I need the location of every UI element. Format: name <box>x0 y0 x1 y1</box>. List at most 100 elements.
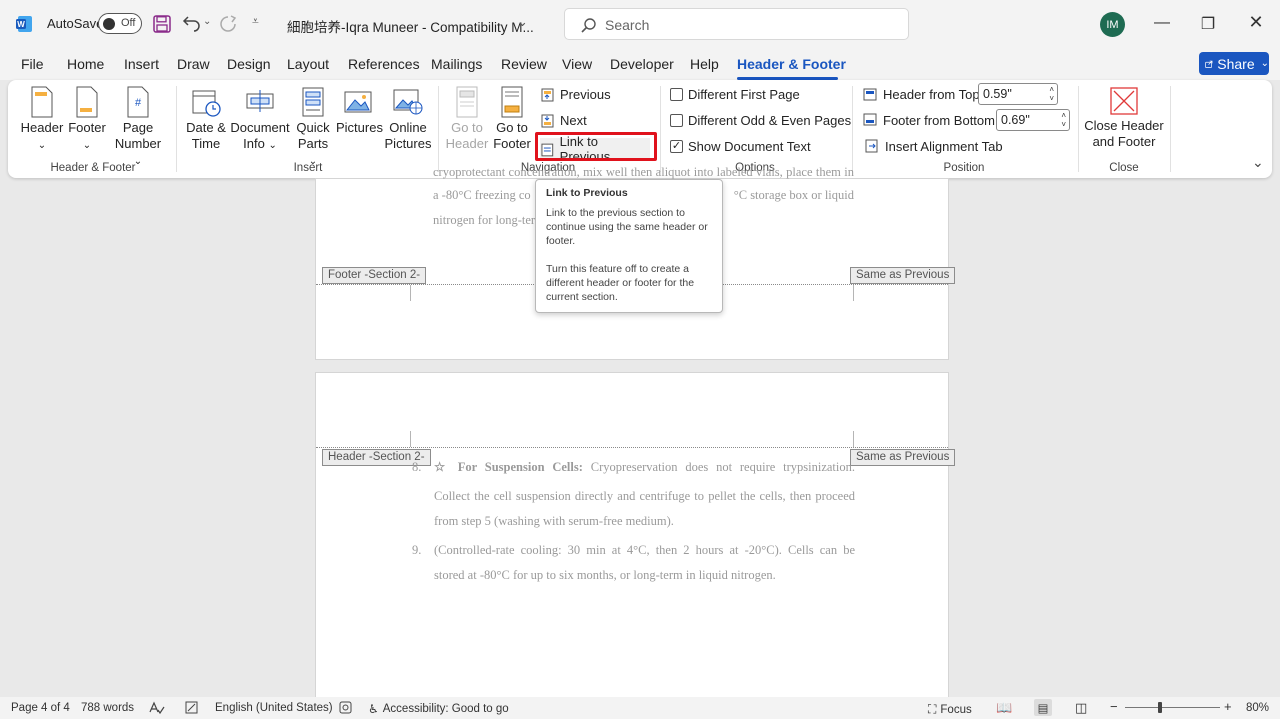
tab-view[interactable]: View <box>562 56 592 72</box>
tab-draw[interactable]: Draw <box>177 56 210 72</box>
footer-button[interactable]: Footer ⌄ <box>66 86 108 154</box>
zoom-out-icon[interactable]: − <box>1110 699 1118 714</box>
ribbon-collapse-chevron-icon[interactable]: ⌄ <box>1252 154 1264 171</box>
show-document-text-checkbox[interactable]: ✓ Show Document Text <box>670 139 811 154</box>
page-number-button[interactable]: # Page Number ⌄ <box>110 86 166 170</box>
group-label-header-footer: Header & Footer <box>50 162 136 174</box>
redo-icon[interactable] <box>218 14 238 34</box>
predictions-icon[interactable] <box>338 700 353 715</box>
zoom-in-icon[interactable]: + <box>1224 699 1232 714</box>
insert-alignment-tab-button[interactable]: Insert Alignment Tab <box>864 138 1003 154</box>
item9-line-1: (Controlled-rate cooling: 30 min at 4°C,… <box>434 543 855 557</box>
pictures-button[interactable]: Pictures <box>336 86 383 136</box>
tab-help[interactable]: Help <box>690 56 719 72</box>
tab-home[interactable]: Home <box>67 56 104 72</box>
different-odd-even-checkbox[interactable]: Different Odd & Even Pages <box>670 113 851 128</box>
tab-layout[interactable]: Layout <box>287 56 329 72</box>
title-chevron-down-icon[interactable]: ⌄ <box>517 14 528 30</box>
margin-mark <box>410 431 411 447</box>
item8-line-2: Collect the cell suspension directly and… <box>434 489 855 503</box>
group-separator <box>852 86 853 172</box>
svg-text:W: W <box>17 20 25 29</box>
tab-mailings[interactable]: Mailings <box>431 56 482 72</box>
save-icon[interactable] <box>152 14 172 34</box>
online-pictures-label-1: Online <box>389 120 427 135</box>
date-time-button[interactable]: Date & Time <box>184 86 228 152</box>
checkbox-box <box>670 88 683 101</box>
same-as-previous-tag: Same as Previous <box>850 267 956 284</box>
zoom-slider-thumb[interactable] <box>1158 702 1162 713</box>
header-from-top-input[interactable]: 0.59" ˄ ˅ <box>978 83 1058 105</box>
item8-rest: Cryopreservation does not require trypsi… <box>582 460 855 474</box>
word-count[interactable]: 788 words <box>81 702 134 714</box>
footer-from-bottom-label: Footer from Bottom: <box>883 112 999 128</box>
accessibility-status[interactable]: ♿ Accessibility: Good to go <box>368 702 509 716</box>
different-first-page-label: Different First Page <box>688 87 800 102</box>
online-pictures-button[interactable]: Online Pictures <box>384 86 432 152</box>
autosave-toggle[interactable]: Off <box>98 13 142 34</box>
tab-references[interactable]: References <box>348 56 420 72</box>
close-header-footer-button[interactable]: Close Header and Footer <box>1084 86 1164 150</box>
spinner-arrows-icon[interactable]: ˄ ˅ <box>1049 85 1054 103</box>
list-item-9: 9. (Controlled-rate cooling: 30 min at 4… <box>412 538 855 563</box>
different-first-page-checkbox[interactable]: Different First Page <box>670 87 800 102</box>
header-button[interactable]: Header ⌄ <box>20 86 64 154</box>
quick-parts-button[interactable]: Quick Parts ⌄ <box>292 86 334 170</box>
header-icon <box>31 86 53 118</box>
document-info-button[interactable]: Document Info ⌄ <box>230 86 290 154</box>
next-button[interactable]: Next <box>540 113 587 128</box>
customize-toolbar-icon[interactable]: ⩡ <box>252 14 259 29</box>
search-box[interactable]: Search <box>564 8 909 40</box>
go-to-header-button[interactable]: Go to Header <box>444 86 490 152</box>
group-separator <box>660 86 661 172</box>
tab-file[interactable]: File <box>21 56 44 72</box>
web-layout-icon[interactable]: ◫ <box>1075 700 1087 716</box>
zoom-level[interactable]: 80% <box>1246 702 1269 714</box>
proofing-icon[interactable] <box>148 700 165 715</box>
document-title[interactable]: 細胞培养-Iqra Muneer - Compatibility M... <box>287 16 534 36</box>
next-label: Next <box>560 113 587 128</box>
spinner-arrows-icon[interactable]: ˄ ˅ <box>1061 111 1066 129</box>
same-as-previous-tag: Same as Previous <box>850 449 956 466</box>
tab-review[interactable]: Review <box>501 56 547 72</box>
group-separator <box>176 86 177 172</box>
footer-from-bottom-input[interactable]: 0.69" ˄ ˅ <box>996 109 1070 131</box>
document-page-current[interactable]: Header -Section 2- Same as Previous 8. ☆… <box>315 372 956 698</box>
previous-icon <box>541 88 554 102</box>
tab-developer[interactable]: Developer <box>610 56 674 72</box>
undo-dropdown-icon[interactable]: ⌄ <box>203 16 211 27</box>
focus-label: Focus <box>940 703 972 716</box>
group-label-position: Position <box>943 162 985 174</box>
user-avatar[interactable]: IM <box>1100 12 1125 37</box>
read-mode-icon[interactable]: 📖 <box>996 700 1012 716</box>
tab-design[interactable]: Design <box>227 56 271 72</box>
different-odd-even-label: Different Odd & Even Pages <box>688 113 852 128</box>
print-layout-icon[interactable]: ▤ <box>1034 699 1052 716</box>
group-label-insert: Insert <box>293 162 323 174</box>
page-count[interactable]: Page 4 of 4 <box>11 702 70 714</box>
close-header-footer-label-2: and Footer <box>1092 134 1156 149</box>
minimize-icon[interactable]: — <box>1152 14 1172 32</box>
page1-line-1-left: a -80°C freezing co <box>433 188 531 202</box>
close-window-icon[interactable]: ✕ <box>1246 12 1266 33</box>
language-status[interactable]: English (United States) <box>215 702 333 714</box>
item9-number: 9. <box>412 543 422 557</box>
zoom-slider-track[interactable] <box>1125 707 1220 708</box>
insert-alignment-tab-label: Insert Alignment Tab <box>885 138 1003 154</box>
share-button[interactable]: Share ⌄ <box>1199 52 1269 75</box>
previous-button[interactable]: Previous <box>540 87 611 102</box>
header-from-top-label: Header from Top: <box>883 86 984 102</box>
header-label: Header <box>20 120 64 135</box>
go-to-footer-button[interactable]: Go to Footer <box>490 86 534 152</box>
pictures-icon <box>344 91 372 113</box>
undo-icon[interactable] <box>181 14 201 34</box>
list-item-8: 8. ☆ For Suspension Cells: Cryopreservat… <box>412 455 855 480</box>
calendar-clock-icon <box>192 90 221 117</box>
track-changes-icon[interactable] <box>184 700 199 715</box>
focus-button[interactable]: ⛶ Focus <box>928 702 972 717</box>
restore-icon[interactable]: ❐ <box>1198 14 1218 34</box>
tab-header-footer[interactable]: Header & Footer <box>737 56 846 72</box>
online-pictures-icon <box>393 89 423 115</box>
tab-insert[interactable]: Insert <box>124 56 159 72</box>
status-bar: Page 4 of 4 788 words English (United St… <box>0 697 1280 719</box>
